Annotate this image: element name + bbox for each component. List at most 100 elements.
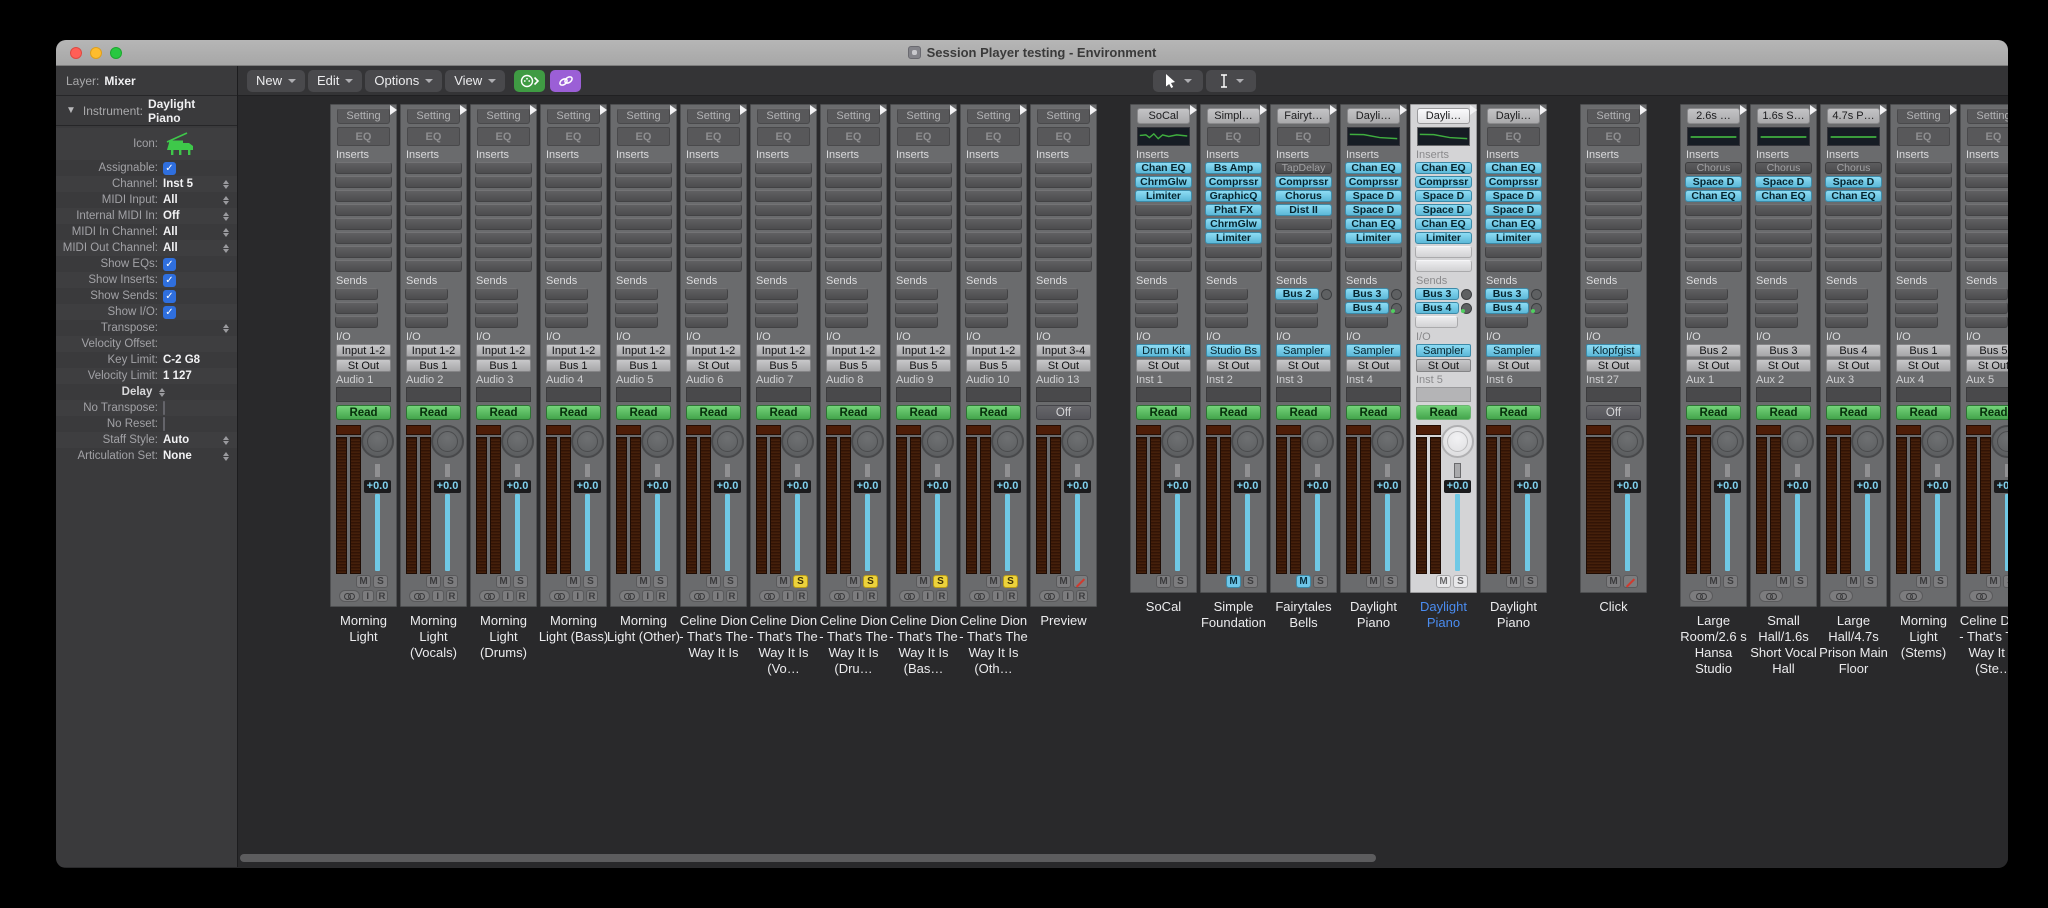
eq-thumbnail[interactable] xyxy=(1687,127,1740,146)
insert-slot[interactable] xyxy=(1135,218,1192,230)
insert-slot[interactable]: ChrmGlw xyxy=(1135,176,1192,188)
send-bus-chip[interactable]: Bus 3 xyxy=(1485,288,1529,300)
setting-button[interactable]: SoCal xyxy=(1137,108,1190,124)
fader-track[interactable] xyxy=(1725,494,1730,571)
channel-strip[interactable]: SettingEQInsertsSendsI/OInput 1-2Bus 1Au… xyxy=(610,104,677,607)
send-bus-chip[interactable]: Bus 3 xyxy=(1415,288,1459,300)
send-slot[interactable] xyxy=(965,316,1022,328)
automation-mode-button[interactable]: Read xyxy=(1346,405,1401,420)
output-button[interactable]: Bus 5 xyxy=(826,359,881,372)
send-slot[interactable] xyxy=(895,302,952,314)
group-slot[interactable] xyxy=(476,387,531,402)
output-button[interactable]: Bus 1 xyxy=(616,359,671,372)
insert-slot[interactable] xyxy=(335,176,392,188)
stereo-format-button[interactable] xyxy=(759,590,780,602)
send-level-knob[interactable] xyxy=(1391,303,1402,314)
parameter-checkbox[interactable] xyxy=(163,417,165,431)
stepper-control[interactable] xyxy=(221,324,231,333)
insert-slot[interactable] xyxy=(965,190,1022,202)
insert-slot[interactable] xyxy=(335,260,392,272)
setting-button[interactable]: Setting xyxy=(897,108,950,124)
send-empty-slot[interactable] xyxy=(475,288,518,300)
insert-slot[interactable] xyxy=(545,232,602,244)
send-empty-slot[interactable] xyxy=(405,288,448,300)
insert-slot[interactable]: Chan EQ xyxy=(1345,218,1402,230)
automation-mode-button[interactable]: Read xyxy=(406,405,461,420)
output-button[interactable]: St Out xyxy=(1276,359,1331,372)
eq-button[interactable]: EQ xyxy=(827,127,880,146)
insert-slot[interactable] xyxy=(475,162,532,174)
eq-thumbnail[interactable] xyxy=(1827,127,1880,146)
send-slot[interactable] xyxy=(1415,316,1472,328)
input-button[interactable]: Klopfgist xyxy=(1586,344,1641,357)
send-empty-slot[interactable] xyxy=(615,316,658,328)
insert-slot[interactable] xyxy=(965,204,1022,216)
send-slot[interactable] xyxy=(545,316,602,328)
stepper-control[interactable] xyxy=(157,388,167,397)
fader-track[interactable] xyxy=(585,494,590,571)
insert-slot[interactable] xyxy=(475,176,532,188)
insert-slot[interactable] xyxy=(825,176,882,188)
strip-menu-arrow-icon[interactable] xyxy=(1810,105,1817,115)
insert-slot[interactable] xyxy=(1345,246,1402,258)
send-empty-slot[interactable] xyxy=(895,316,938,328)
output-button[interactable]: St Out xyxy=(1966,359,2008,372)
send-empty-slot[interactable] xyxy=(545,288,588,300)
stereo-format-button[interactable] xyxy=(409,590,430,602)
send-slot[interactable] xyxy=(1825,288,1882,300)
stereo-format-button[interactable] xyxy=(899,590,920,602)
insert-slot[interactable] xyxy=(405,204,462,216)
parameter-value[interactable]: C-2 G8 xyxy=(163,354,221,366)
send-slot[interactable] xyxy=(1035,316,1092,328)
insert-slot[interactable] xyxy=(895,162,952,174)
output-button[interactable]: St Out xyxy=(336,359,391,372)
insert-slot[interactable] xyxy=(405,176,462,188)
group-slot[interactable] xyxy=(1966,387,2008,402)
insert-slot[interactable] xyxy=(615,232,672,244)
channel-strip[interactable]: SettingEQInsertsSendsI/OInput 1-2Bus 5Au… xyxy=(890,104,957,607)
automation-mode-button[interactable]: Off xyxy=(1586,405,1641,420)
insert-slot[interactable] xyxy=(755,162,812,174)
insert-slot[interactable] xyxy=(685,204,742,216)
send-slot[interactable]: Bus 4 xyxy=(1485,302,1542,314)
channel-strip[interactable]: SettingEQInsertsSendsI/OBus 1St OutAux 4… xyxy=(1890,104,1957,607)
send-empty-slot[interactable] xyxy=(1205,302,1248,314)
record-enable-button[interactable]: R xyxy=(726,590,738,602)
insert-slot[interactable]: Comprssr xyxy=(1205,176,1262,188)
insert-slot[interactable] xyxy=(755,260,812,272)
parameter-checkbox[interactable]: ✓ xyxy=(163,306,176,319)
mute-button[interactable]: M xyxy=(1156,575,1171,588)
fader-handle[interactable] xyxy=(1624,463,1631,478)
output-button[interactable]: St Out xyxy=(1686,359,1741,372)
send-slot[interactable] xyxy=(825,302,882,314)
insert-slot[interactable] xyxy=(965,218,1022,230)
eq-button[interactable]: EQ xyxy=(1897,127,1950,146)
insert-slot[interactable] xyxy=(615,162,672,174)
insert-slot[interactable] xyxy=(895,176,952,188)
insert-slot[interactable] xyxy=(1585,246,1642,258)
channel-strip[interactable]: SettingEQInsertsSendsI/OInput 1-2Bus 5Au… xyxy=(820,104,887,607)
record-enable-button[interactable]: R xyxy=(936,590,948,602)
parameter-checkbox[interactable]: ✓ xyxy=(163,290,176,303)
send-slot[interactable] xyxy=(545,302,602,314)
fader-handle[interactable] xyxy=(1174,463,1181,478)
fader-track[interactable] xyxy=(725,494,730,571)
send-slot[interactable] xyxy=(1825,302,1882,314)
input-button[interactable]: Input 1-2 xyxy=(966,344,1021,357)
send-slot[interactable] xyxy=(1035,302,1092,314)
link-button[interactable] xyxy=(550,70,581,92)
channel-strip[interactable]: Dayli…InsertsChan EQComprssrSpace DSpace… xyxy=(1410,104,1477,593)
insert-slot[interactable] xyxy=(1275,232,1332,244)
input-button[interactable]: Input 1-2 xyxy=(616,344,671,357)
insert-slot[interactable] xyxy=(405,260,462,272)
insert-slot[interactable] xyxy=(545,176,602,188)
eq-thumbnail[interactable] xyxy=(1417,127,1470,146)
send-slot[interactable] xyxy=(1585,302,1642,314)
insert-slot[interactable] xyxy=(1895,260,1952,272)
send-slot[interactable] xyxy=(895,316,952,328)
insert-slot[interactable] xyxy=(1895,176,1952,188)
automation-mode-button[interactable]: Read xyxy=(1826,405,1881,420)
insert-slot[interactable] xyxy=(685,162,742,174)
setting-button[interactable]: Setting xyxy=(827,108,880,124)
insert-slot[interactable] xyxy=(1585,176,1642,188)
